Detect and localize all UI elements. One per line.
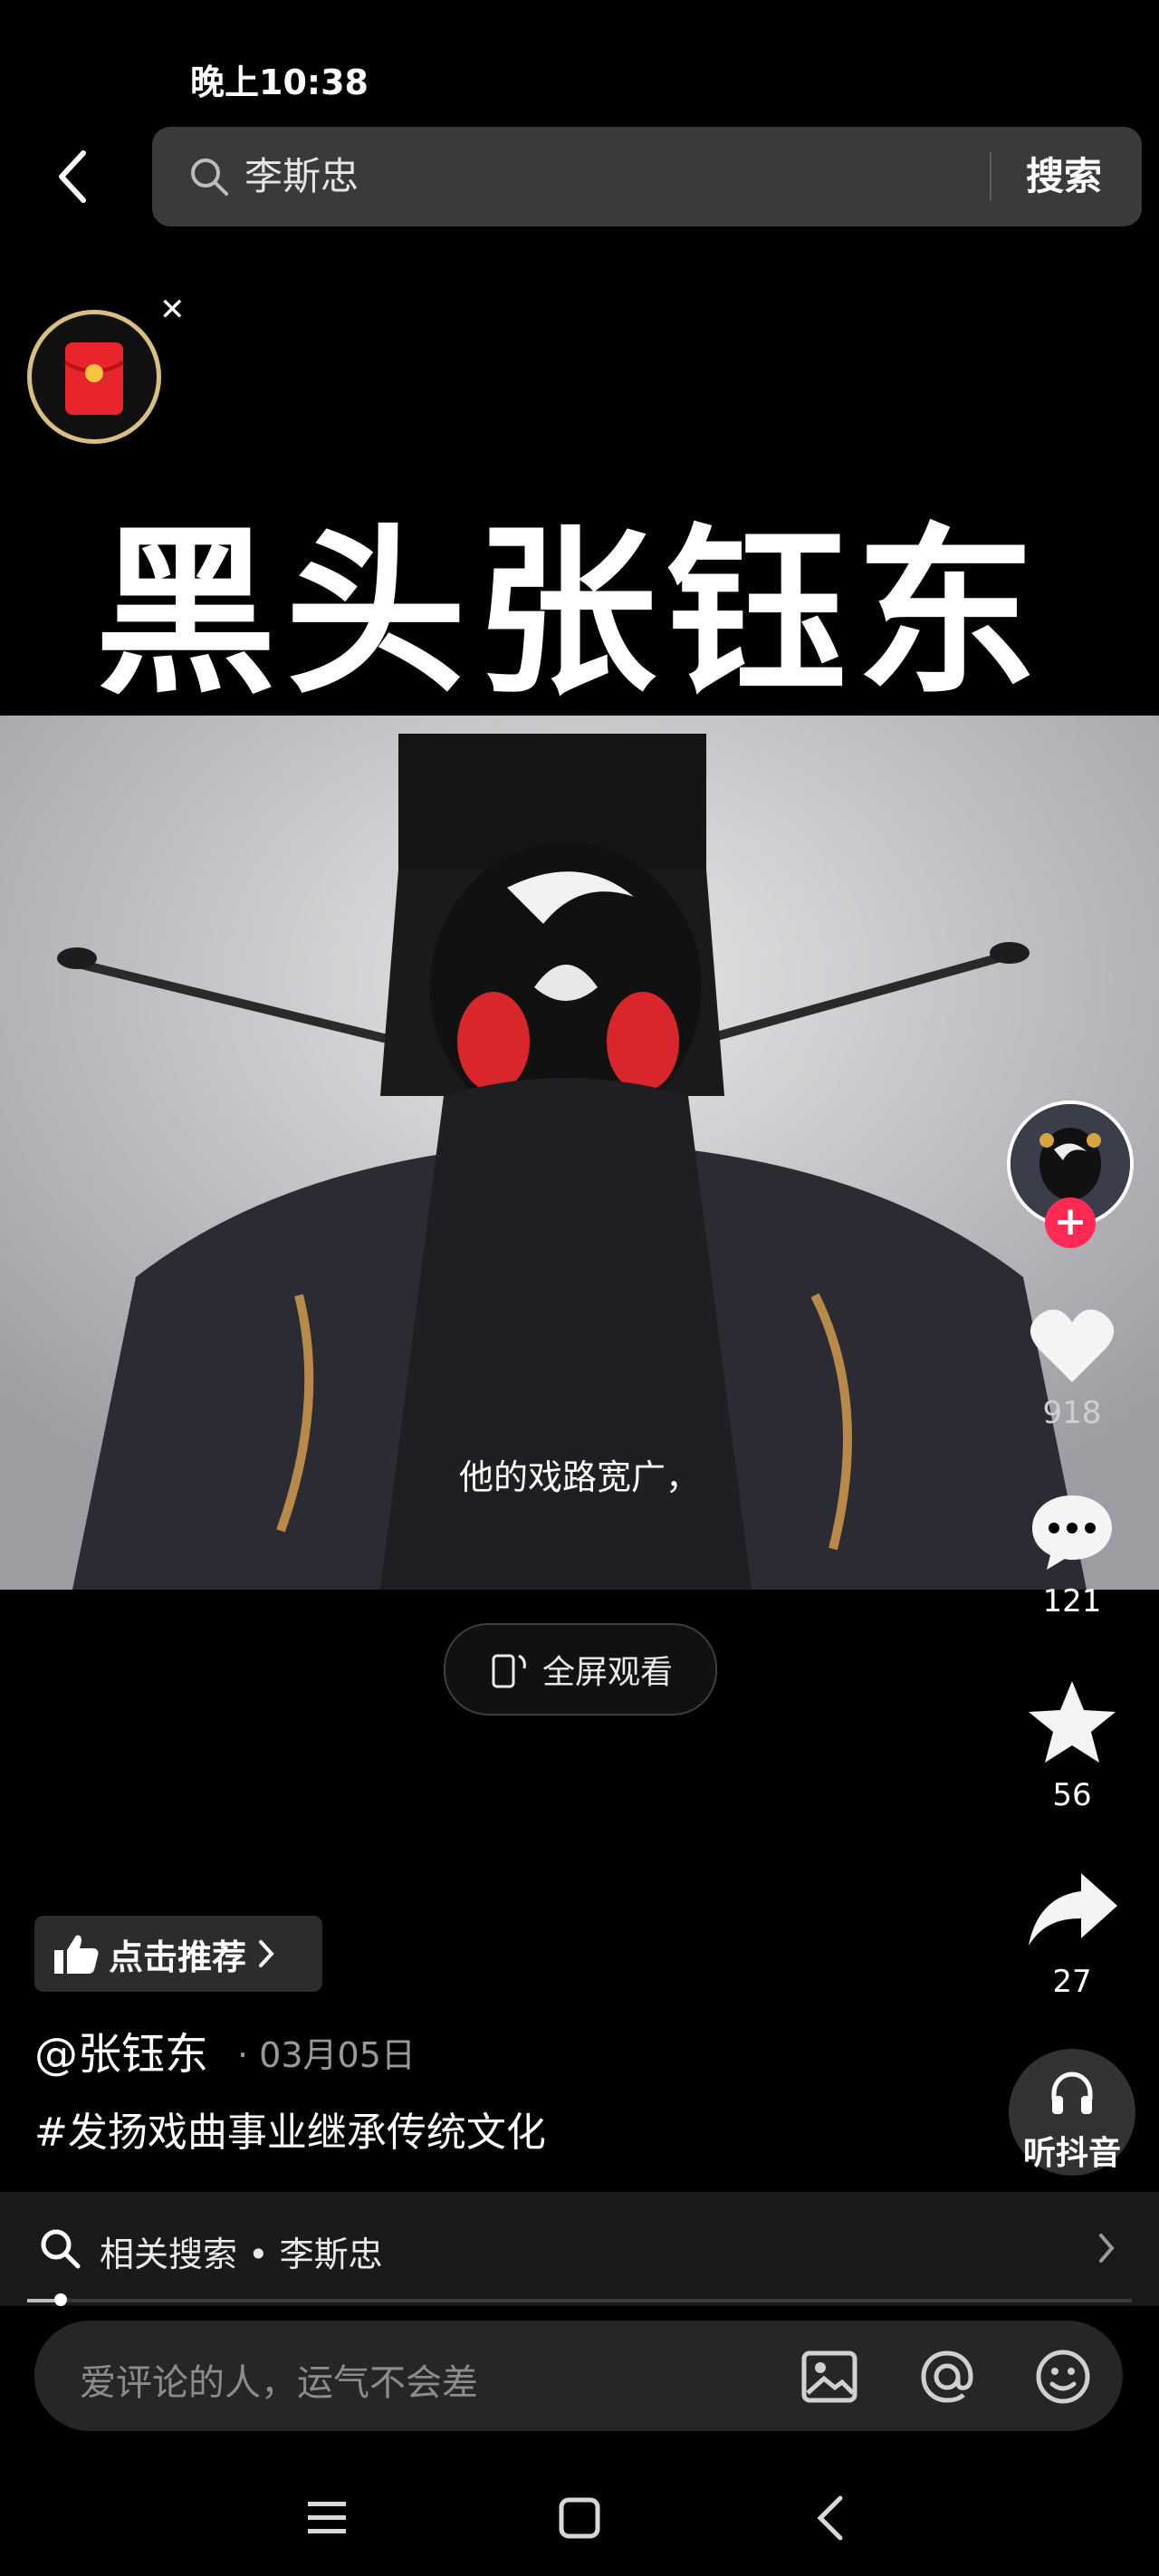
search-input[interactable]: 李斯忠	[244, 152, 359, 201]
home-icon[interactable]	[558, 2496, 601, 2540]
follow-button[interactable]: +	[1045, 1197, 1096, 1248]
fullscreen-label: 全屏观看	[541, 1654, 673, 1691]
status-time: 晚上10:38	[190, 62, 369, 102]
red-packet-widget[interactable]	[27, 310, 161, 444]
share-icon[interactable]	[1025, 1868, 1121, 1949]
related-search-label: 相关搜索 • 李斯忠	[100, 2235, 383, 2274]
red-packet-icon	[63, 342, 125, 415]
headphones-icon	[1051, 2071, 1093, 2114]
video-subtitle: 他的戏路宽广，	[458, 1457, 700, 1497]
author-name[interactable]: @张钰东	[34, 2018, 208, 2081]
listen-label: 听抖音	[1022, 2135, 1121, 2172]
mention-icon[interactable]	[918, 2348, 976, 2406]
comment-input[interactable]: 爱评论的人，运气不会差	[80, 2353, 478, 2406]
image-icon[interactable]	[800, 2348, 858, 2406]
search-icon	[41, 2229, 81, 2269]
post-date: · 03月05日	[237, 2035, 416, 2075]
search-box[interactable]: 李斯忠 搜索	[152, 127, 1142, 226]
share-count: 27	[1052, 1964, 1092, 2000]
comment-bar[interactable]: 爱评论的人，运气不会差	[34, 2321, 1123, 2431]
like-count: 918	[1042, 1395, 1102, 1431]
search-icon	[191, 159, 228, 196]
search-button[interactable]: 搜索	[1026, 149, 1102, 204]
related-search-bar[interactable]: 相关搜索 • 李斯忠	[0, 2192, 1159, 2306]
hashtag[interactable]: #发扬戏曲事业继承传统文化	[34, 2100, 546, 2158]
heart-icon[interactable]	[1027, 1304, 1117, 1386]
fullscreen-rotate-icon	[492, 1654, 526, 1688]
close-icon[interactable]: ✕	[159, 292, 186, 328]
menu-icon[interactable]	[306, 2498, 348, 2538]
star-icon[interactable]	[1025, 1677, 1119, 1768]
chevron-left-icon	[59, 150, 86, 203]
emoji-icon[interactable]	[1034, 2348, 1092, 2406]
chevron-right-icon	[1099, 2234, 1115, 2263]
progress-knob[interactable]	[53, 2293, 67, 2306]
progress-track[interactable]	[27, 2299, 1132, 2302]
favorite-count: 56	[1052, 1777, 1092, 1813]
recommend-label: 点击推荐	[109, 1937, 247, 1977]
chevron-right-icon	[259, 1940, 274, 1967]
fullscreen-button[interactable]: 全屏观看	[444, 1623, 717, 1716]
video-headline: 黑头张钰东	[95, 508, 1047, 719]
system-nav-bar	[0, 2446, 1159, 2576]
comment-icon[interactable]	[1027, 1490, 1117, 1572]
comment-count: 121	[1042, 1583, 1102, 1620]
back-icon[interactable]	[815, 2494, 846, 2542]
thumbs-up-icon	[54, 1935, 99, 1974]
search-divider	[990, 152, 991, 201]
back-button[interactable]	[45, 145, 100, 208]
recommend-button[interactable]: 点击推荐	[34, 1916, 322, 1992]
